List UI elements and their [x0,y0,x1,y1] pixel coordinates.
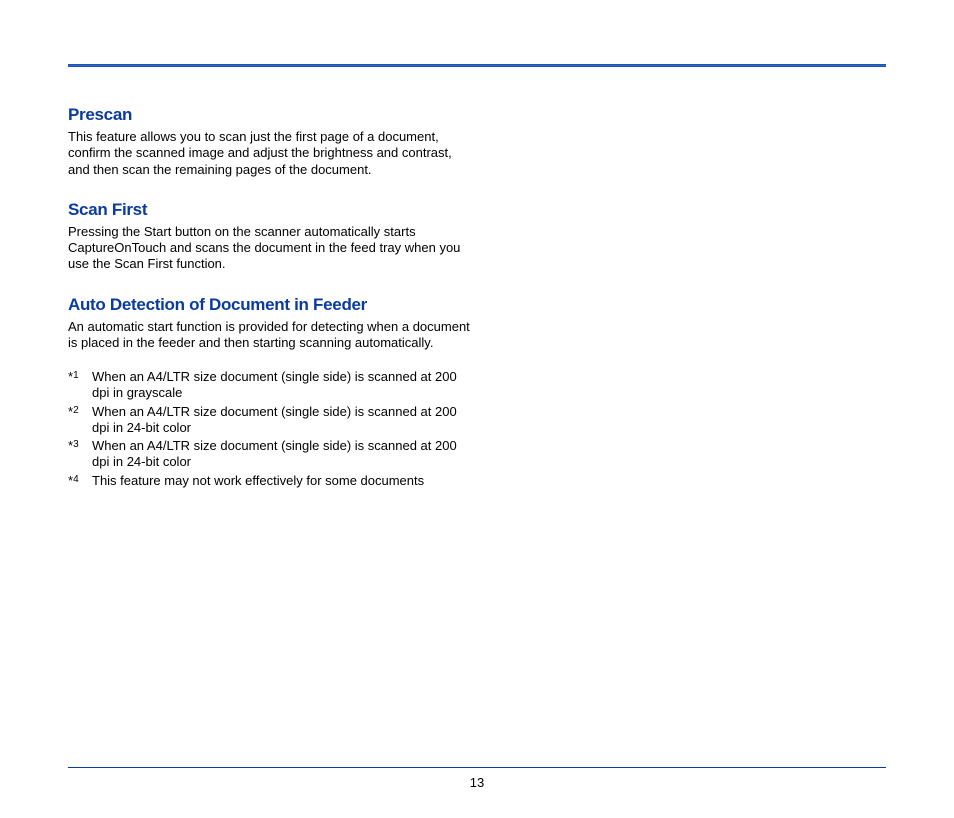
top-rule [68,64,886,67]
body-scan-first: Pressing the Start button on the scanner… [68,224,473,273]
document-page: Prescan This feature allows you to scan … [0,0,954,818]
content-column: Prescan This feature allows you to scan … [68,105,473,489]
footnote-text: This feature may not work effectively fo… [92,473,473,489]
footnotes: *1 When an A4/LTR size document (single … [68,369,473,489]
footnote-text: When an A4/LTR size document (single sid… [92,438,473,471]
footnote: *4 This feature may not work effectively… [68,473,473,490]
footnote-marker: *1 [68,369,92,386]
footnote: *3 When an A4/LTR size document (single … [68,438,473,471]
footnote-marker: *2 [68,404,92,421]
heading-prescan: Prescan [68,105,473,125]
page-number: 13 [0,775,954,790]
footnote-text: When an A4/LTR size document (single sid… [92,369,473,402]
bottom-rule [68,767,886,768]
footnote-marker: *4 [68,473,92,490]
body-prescan: This feature allows you to scan just the… [68,129,473,178]
heading-auto-detection: Auto Detection of Document in Feeder [68,295,473,315]
footnote-text: When an A4/LTR size document (single sid… [92,404,473,437]
footnote-marker: *3 [68,438,92,455]
footnote: *1 When an A4/LTR size document (single … [68,369,473,402]
heading-scan-first: Scan First [68,200,473,220]
body-auto-detection: An automatic start function is provided … [68,319,473,352]
footnote: *2 When an A4/LTR size document (single … [68,404,473,437]
